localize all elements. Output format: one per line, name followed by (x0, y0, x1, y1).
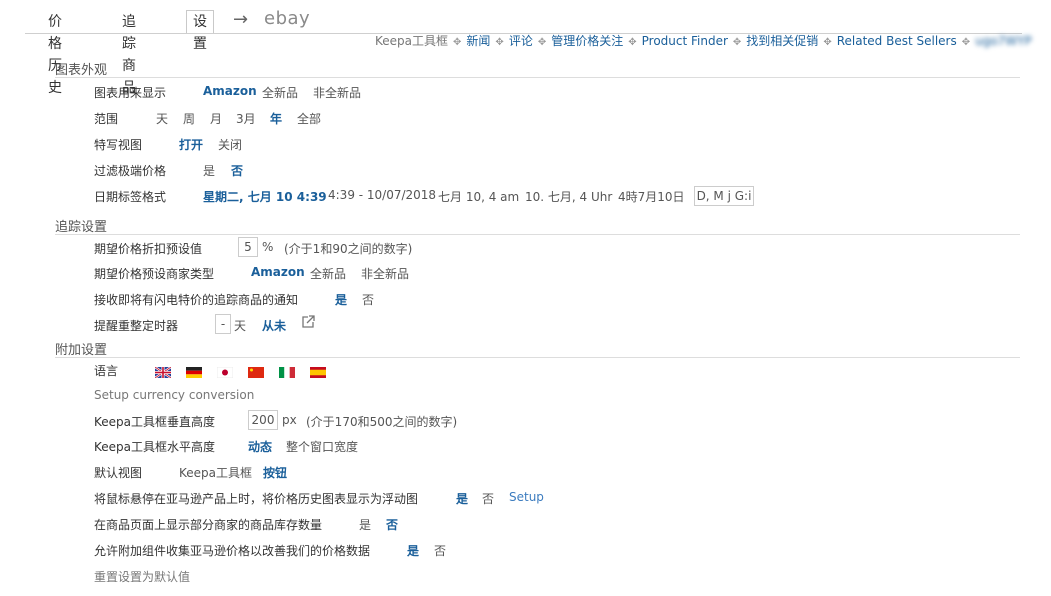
link-product-finder[interactable]: Product Finder (642, 34, 728, 48)
flag-es-icon[interactable] (310, 363, 326, 378)
option-range-day[interactable]: 天 (156, 110, 168, 127)
option-display-used[interactable]: 非全新品 (313, 84, 361, 101)
section-rule (55, 234, 1020, 235)
option-close-up-on[interactable]: 打开 (179, 136, 203, 153)
currency-conversion-link[interactable]: Setup currency conversion (94, 388, 254, 402)
tab-settings[interactable]: 设置 (186, 10, 214, 52)
separator-icon: ✥ (732, 37, 742, 48)
label-collect-prices: 允许附加组件收集亚马逊价格以改善我们的价格数据 (94, 544, 371, 558)
option-close-up-off[interactable]: 关闭 (218, 136, 242, 153)
flag-jp-icon[interactable] (216, 363, 234, 379)
link-related-sellers[interactable]: Related Best Sellers (837, 34, 957, 48)
discount-hint: (介于1和90之间的数字) (284, 242, 413, 256)
reminder-unit: 天 (234, 319, 247, 333)
option-range-week[interactable]: 周 (183, 110, 195, 127)
option-filter-no[interactable]: 否 (231, 162, 243, 179)
option-lightning-yes[interactable]: 是 (335, 291, 347, 308)
option-filter-yes[interactable]: 是 (203, 162, 215, 179)
option-range-all[interactable]: 全部 (297, 110, 321, 127)
separator-icon: ✥ (628, 37, 637, 48)
option-width-full[interactable]: 整个窗口宽度 (286, 438, 358, 455)
label-box-height: Keepa工具框垂直高度 (94, 415, 216, 429)
label-close-up: 特写视图 (94, 138, 143, 152)
tab-ebay[interactable]: ebay (264, 8, 310, 29)
option-hover-yes[interactable]: 是 (456, 490, 468, 507)
separator-icon: ✥ (961, 37, 971, 48)
option-date-1[interactable]: 星期二, 七月 10 4:39 (203, 188, 327, 205)
option-width-dynamic[interactable]: 动态 (248, 438, 272, 455)
tab-tracked-products[interactable]: 追踪商品 (116, 11, 142, 96)
label-hover-chart: 将鼠标悬停在亚马逊产品上时，将价格历史图表显示为浮动图 (94, 492, 419, 506)
user-link[interactable]: ugo7WYP (975, 34, 1032, 48)
option-collect-yes[interactable]: 是 (407, 542, 419, 559)
option-view-button[interactable]: 按钮 (263, 464, 287, 481)
label-default-view: 默认视图 (94, 466, 143, 480)
section-rule (55, 357, 1020, 358)
label-box-width: Keepa工具框水平高度 (94, 440, 216, 454)
reminder-input[interactable]: - (215, 314, 231, 334)
box-height-hint: (介于170和500之间的数字) (306, 415, 458, 429)
section-title-tracking: 追踪设置 (55, 220, 108, 235)
option-date-3[interactable]: 七月 10, 4 am (438, 188, 519, 205)
label-discount: 期望价格折扣预设值 (94, 242, 203, 256)
flag-uk-icon[interactable] (154, 363, 172, 379)
link-review[interactable]: 评论 (509, 34, 533, 48)
link-keepa-box[interactable]: Keepa工具框 (375, 34, 448, 48)
section-title-additional: 附加设置 (55, 343, 108, 358)
section-title-chart: 图表外观 (55, 63, 108, 78)
option-date-5[interactable]: 4時7月10日 (618, 188, 685, 205)
option-seller-new[interactable]: 全新品 (310, 265, 346, 282)
discount-unit: % (262, 240, 274, 254)
label-chart-display: 图表用来显示 (94, 86, 167, 100)
flag-cn-icon[interactable] (248, 363, 264, 378)
option-seller-amazon[interactable]: Amazon (251, 265, 305, 279)
external-link-icon[interactable] (300, 314, 316, 330)
option-stock-no[interactable]: 否 (386, 516, 398, 533)
label-range: 范围 (94, 112, 119, 126)
link-find-deals[interactable]: 找到相关促销 (746, 34, 818, 48)
option-reminder-never[interactable]: 从未 (262, 317, 286, 334)
option-stock-yes[interactable]: 是 (359, 516, 371, 533)
option-date-4[interactable]: 10. 七月, 4 Uhr (525, 188, 612, 205)
label-date-format: 日期标签格式 (94, 190, 167, 204)
option-hover-no[interactable]: 否 (482, 490, 494, 507)
option-range-year[interactable]: 年 (270, 110, 282, 127)
label-lightning: 接收即将有闪电特价的追踪商品的通知 (94, 293, 299, 307)
arrow-icon: → (233, 9, 249, 30)
link-manage-watch[interactable]: 管理价格关注 (551, 34, 623, 48)
label-language: 语言 (94, 364, 119, 378)
date-format-input[interactable]: D, M j G:i (694, 186, 754, 206)
option-range-3months[interactable]: 3月 (236, 110, 256, 127)
flag-it-icon[interactable] (279, 363, 295, 378)
box-height-unit: px (282, 413, 297, 427)
option-collect-no[interactable]: 否 (434, 542, 446, 559)
tab-price-history[interactable]: 价格历史 (42, 11, 68, 96)
option-display-amazon[interactable]: Amazon (203, 84, 257, 98)
option-lightning-no[interactable]: 否 (362, 291, 374, 308)
section-rule (55, 77, 1020, 78)
top-links: Keepa工具框 ✥ 新闻 ✥ 评论 ✥ 管理价格关注 ✥ Product Finder ✥ 找到相… (375, 34, 1032, 50)
option-seller-used[interactable]: 非全新品 (361, 265, 409, 282)
separator-icon: ✥ (495, 37, 504, 48)
label-filter-extreme: 过滤极端价格 (94, 164, 167, 178)
separator-icon: ✥ (453, 37, 462, 48)
label-stock-display: 在商品页面上显示部分商家的商品库存数量 (94, 518, 323, 532)
option-display-new[interactable]: 全新品 (262, 84, 298, 101)
box-height-input[interactable]: 200 (248, 410, 278, 430)
option-range-month[interactable]: 月 (210, 110, 222, 127)
label-reminder: 提醒重整定时器 (94, 319, 179, 333)
option-view-box[interactable]: Keepa工具框 (179, 464, 252, 481)
separator-icon: ✥ (823, 37, 832, 48)
link-news[interactable]: 新闻 (466, 34, 490, 48)
discount-input[interactable]: 5 (238, 237, 258, 257)
hover-setup-link[interactable]: Setup (509, 490, 544, 504)
separator-icon: ✥ (537, 37, 547, 48)
flag-de-icon[interactable] (186, 363, 202, 378)
reset-defaults-link[interactable]: 重置设置为默认值 (94, 568, 190, 585)
option-date-2[interactable]: 4:39 - 10/07/2018 (328, 188, 436, 202)
label-seller-type: 期望价格预设商家类型 (94, 267, 215, 281)
